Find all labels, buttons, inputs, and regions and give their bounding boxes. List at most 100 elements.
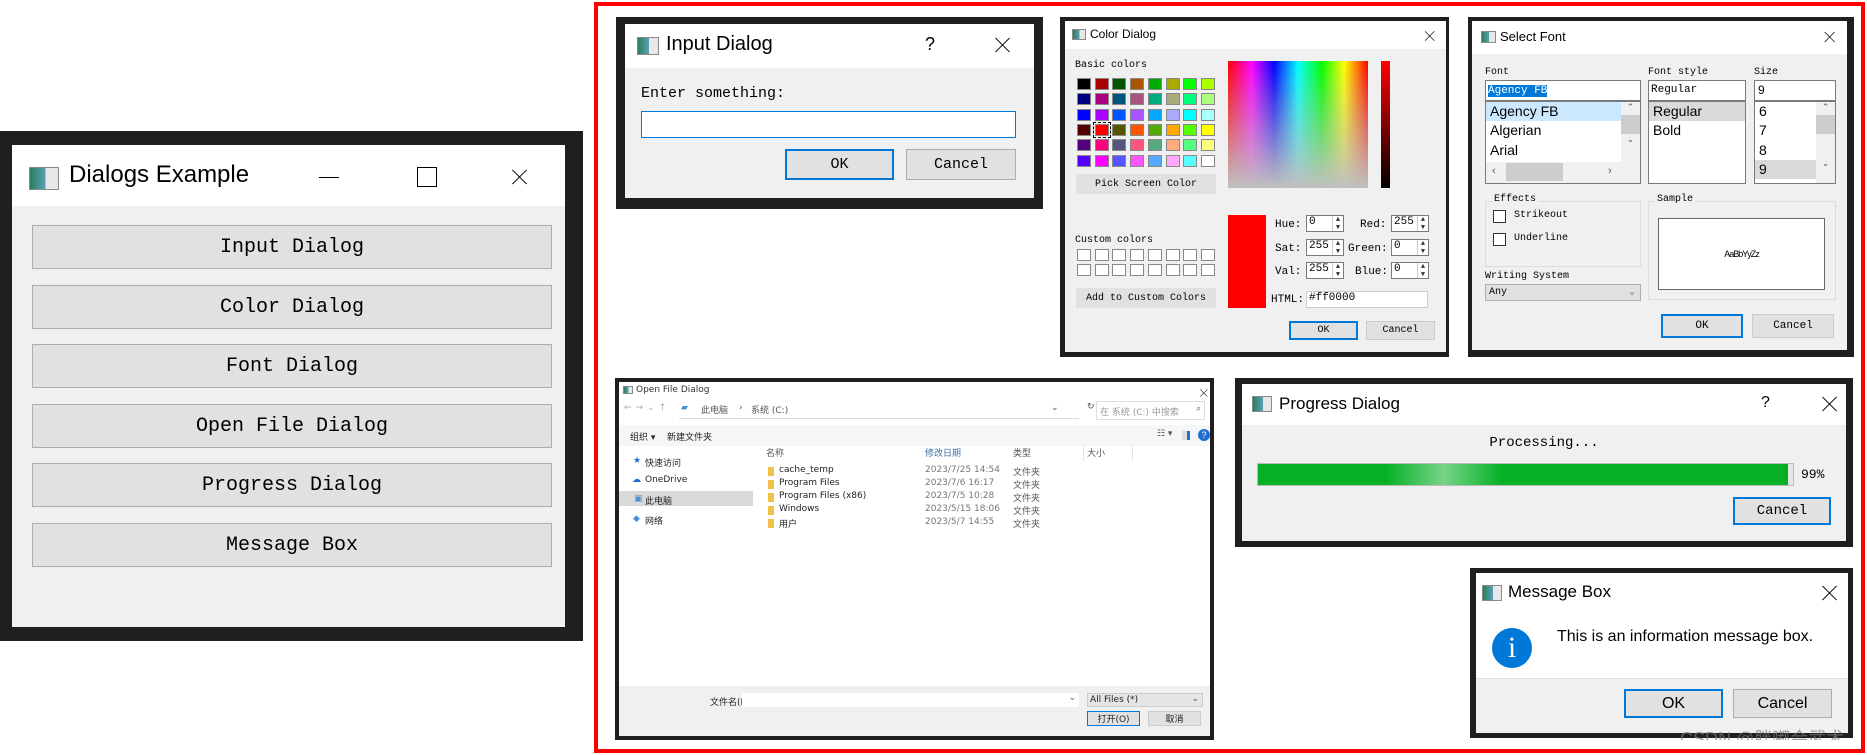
basic-color-swatch[interactable] [1147, 108, 1162, 121]
basic-color-swatch[interactable] [1130, 139, 1145, 152]
column-divider[interactable] [1132, 444, 1133, 461]
basic-color-swatch[interactable] [1130, 93, 1145, 106]
spin-arrows-icon[interactable]: ▲ ▼ [1332, 216, 1343, 232]
green-spinbox[interactable]: 0 ▲ ▼ [1391, 239, 1429, 256]
progress-dialog-button[interactable]: Progress Dialog [32, 463, 552, 507]
scroll-down-icon[interactable]: ⌄ [1816, 158, 1835, 169]
custom-color-swatch[interactable] [1130, 264, 1145, 276]
basic-color-swatch[interactable] [1112, 154, 1127, 167]
help-icon[interactable]: ? [1761, 394, 1770, 412]
luminance-slider[interactable] [1381, 61, 1390, 188]
custom-color-swatch[interactable] [1183, 249, 1198, 261]
refresh-icon[interactable]: ↻ [1087, 402, 1095, 412]
cancel-button[interactable]: Cancel [1733, 497, 1831, 525]
scroll-up-icon[interactable]: ⌃ [1816, 102, 1835, 113]
basic-color-swatch[interactable] [1183, 78, 1198, 90]
custom-color-swatch[interactable] [1094, 249, 1109, 261]
basic-color-swatch[interactable] [1200, 108, 1215, 121]
nav-item[interactable]: 快速访问 [645, 456, 681, 469]
size-item[interactable]: 9 [1755, 160, 1816, 179]
basic-color-swatch[interactable] [1147, 154, 1162, 167]
breadcrumb-item[interactable]: 此电脑 [701, 403, 728, 416]
val-spinbox[interactable]: 255 ▲ ▼ [1306, 262, 1344, 279]
close-icon[interactable] [1425, 31, 1435, 41]
address-bar[interactable]: ▰ 此电脑 › 系统 (C:) ⌄ [679, 400, 1079, 419]
basic-color-swatch[interactable] [1130, 108, 1145, 121]
cancel-button[interactable]: Cancel [1366, 321, 1435, 340]
basic-color-swatch[interactable] [1147, 78, 1162, 90]
column-header[interactable]: 类型 [1013, 446, 1031, 459]
custom-color-swatch[interactable] [1094, 264, 1109, 276]
basic-color-swatch[interactable] [1200, 123, 1215, 136]
size-item[interactable]: 6 [1755, 102, 1816, 121]
font-dialog-button[interactable]: Font Dialog [32, 344, 552, 388]
file-type-filter[interactable]: All Files (*) ⌄ [1087, 693, 1203, 707]
add-custom-color-button[interactable]: Add to Custom Colors [1076, 288, 1216, 308]
horizontal-scrollbar[interactable]: ‹ › [1486, 162, 1640, 183]
basic-color-swatch[interactable] [1112, 123, 1127, 136]
input-dialog-button[interactable]: Input Dialog [32, 225, 552, 269]
file-row[interactable]: Program Files 2023/7/6 16:17 文件夹 [759, 478, 1199, 491]
custom-color-swatch[interactable] [1200, 249, 1215, 261]
nav-buttons[interactable]: ←→⌄↑ [624, 403, 670, 413]
basic-color-swatch[interactable] [1112, 78, 1127, 90]
help-icon[interactable]: ? [1198, 429, 1210, 441]
column-header[interactable]: 修改日期 [925, 446, 961, 459]
writing-system-combo[interactable]: Any ⌄ [1485, 284, 1641, 301]
custom-color-swatch[interactable] [1147, 249, 1162, 261]
font-style-item[interactable]: Bold [1649, 121, 1745, 140]
color-spectrum[interactable] [1228, 61, 1368, 188]
file-row[interactable]: 用户 2023/5/7 14:55 文件夹 [759, 517, 1199, 530]
basic-color-swatch[interactable] [1200, 93, 1215, 106]
basic-color-swatch[interactable] [1130, 154, 1145, 167]
spin-arrows-icon[interactable]: ▲ ▼ [1332, 263, 1343, 279]
basic-color-swatch[interactable] [1077, 154, 1091, 167]
basic-color-swatch[interactable] [1077, 123, 1091, 136]
size-item[interactable]: 7 [1755, 121, 1816, 140]
scroll-thumb[interactable] [1621, 115, 1640, 134]
scroll-right-icon[interactable]: › [1608, 165, 1612, 177]
scroll-up-icon[interactable]: ⌃ [1621, 102, 1640, 113]
basic-color-swatch[interactable] [1165, 139, 1180, 152]
custom-color-swatch[interactable] [1077, 264, 1091, 276]
underline-checkbox[interactable] [1493, 233, 1506, 246]
file-row[interactable]: Windows 2023/5/15 18:06 文件夹 [759, 504, 1199, 517]
column-header[interactable]: 大小 [1087, 446, 1105, 459]
basic-color-swatch[interactable] [1165, 78, 1180, 90]
text-input[interactable] [641, 111, 1016, 138]
ok-button[interactable]: OK [1624, 689, 1723, 718]
help-icon[interactable]: ? [925, 34, 935, 55]
basic-color-swatch[interactable] [1183, 123, 1198, 136]
font-style-item[interactable]: Regular [1649, 102, 1745, 121]
cancel-button[interactable]: Cancel [1733, 689, 1832, 718]
font-list[interactable]: Agency FB Algerian Arial ⌃ ⌄ ‹ › [1485, 101, 1641, 184]
basic-color-swatch[interactable] [1094, 78, 1109, 90]
file-row[interactable]: cache_temp 2023/7/25 14:54 文件夹 [759, 465, 1199, 478]
basic-color-swatch[interactable] [1094, 108, 1109, 121]
basic-color-swatch[interactable] [1147, 93, 1162, 106]
sat-spinbox[interactable]: 255 ▲ ▼ [1306, 239, 1344, 256]
file-row[interactable]: Program Files (x86) 2023/7/5 10:28 文件夹 [759, 491, 1199, 504]
cancel-button[interactable]: Cancel [906, 149, 1016, 180]
ok-button[interactable]: OK [785, 149, 894, 180]
font-style-list[interactable]: Regular Bold [1648, 101, 1746, 184]
basic-color-swatch[interactable] [1165, 108, 1180, 121]
basic-color-swatch[interactable] [1130, 123, 1145, 136]
basic-color-swatch[interactable] [1165, 93, 1180, 106]
spin-arrows-icon[interactable]: ▲ ▼ [1417, 263, 1428, 279]
close-icon[interactable] [1824, 31, 1835, 42]
maximize-icon[interactable] [417, 167, 437, 187]
vertical-scrollbar[interactable]: ⌃ ⌄ [1816, 102, 1835, 183]
basic-color-swatch[interactable] [1147, 139, 1162, 152]
basic-color-swatch[interactable] [1165, 154, 1180, 167]
basic-color-swatch[interactable] [1165, 123, 1180, 136]
close-icon[interactable] [512, 169, 528, 185]
basic-color-swatch[interactable] [1200, 154, 1215, 167]
spin-arrows-icon[interactable]: ▲ ▼ [1417, 240, 1428, 256]
font-list-item[interactable]: Agency FB [1486, 102, 1621, 121]
close-icon[interactable] [995, 37, 1011, 53]
custom-color-swatch[interactable] [1165, 249, 1180, 261]
ok-button[interactable]: OK [1661, 314, 1743, 338]
view-icon[interactable]: ☷ ▾ [1157, 429, 1172, 439]
scroll-down-icon[interactable]: ⌄ [1621, 134, 1640, 145]
